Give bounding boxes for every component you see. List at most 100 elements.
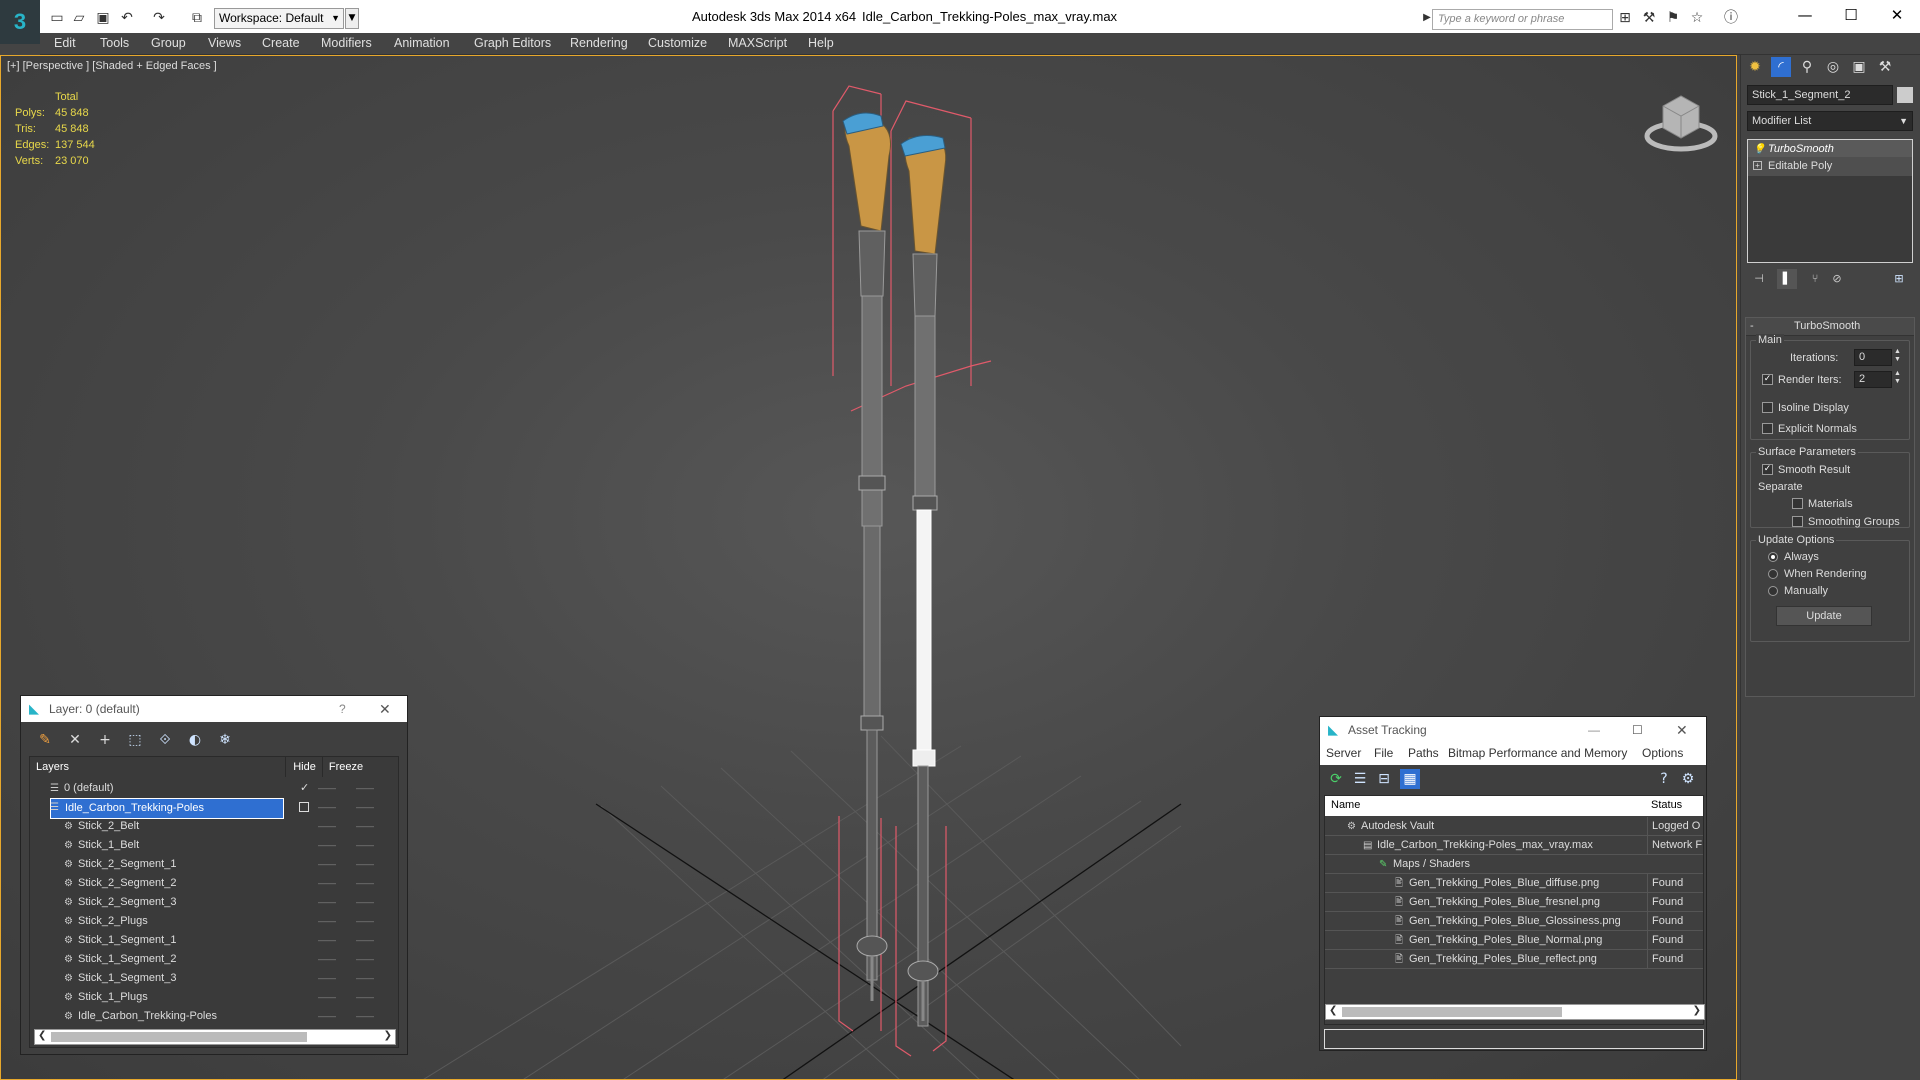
communication-icon[interactable]: ⚑ [1664, 9, 1682, 27]
refresh-icon[interactable]: ⟳ [1326, 769, 1346, 789]
layer-row[interactable]: Idle_Carbon_Trekking-Poles ☰ —— —— [30, 798, 398, 819]
layer-row[interactable]: 0 (default) ☰ ✓ —— —— [30, 779, 398, 798]
minimize-icon[interactable]: — [1782, 0, 1828, 33]
hide-toggle[interactable]: —— [318, 1007, 336, 1026]
create-tab-icon[interactable]: ✹ [1745, 57, 1765, 77]
help-icon[interactable]: ? [1654, 769, 1674, 789]
remove-modifier-icon[interactable]: ⊘ [1827, 269, 1847, 289]
column-layers[interactable]: Layers [30, 757, 286, 777]
smooth-result-checkbox[interactable]: ✓ [1762, 464, 1773, 475]
layer-row[interactable]: Stick_1_Segment_2 ⚙ —— —— [30, 950, 398, 969]
hide-toggle[interactable]: —— [318, 912, 336, 931]
stack-item-editable-poly[interactable]: + Editable Poly [1748, 157, 1912, 176]
layer-row[interactable]: Stick_2_Segment_2 ⚙ —— —— [30, 874, 398, 893]
asset-menu-bitmap[interactable]: Bitmap Performance and Memory [1448, 746, 1627, 760]
viewcube-icon[interactable] [1641, 86, 1721, 156]
asset-row[interactable]: 🖹 Gen_Trekking_Poles_Blue_Normal.png Found [1325, 931, 1703, 950]
freeze-toggle[interactable]: —— [356, 836, 374, 855]
perspective-viewport[interactable]: [+] [Perspective ] [Shaded + Edged Faces… [0, 55, 1737, 1080]
scroll-thumb[interactable] [1342, 1007, 1562, 1017]
open-file-icon[interactable]: ▱ [70, 9, 88, 27]
pin-stack-icon[interactable]: ⊣ [1749, 269, 1769, 289]
asset-menu-paths[interactable]: Paths [1408, 746, 1439, 760]
redo-icon[interactable]: ↷ [150, 9, 168, 27]
layer-row[interactable]: Stick_1_Segment_1 ⚙ —— —— [30, 931, 398, 950]
asset-row[interactable]: 🖹 Gen_Trekking_Poles_Blue_reflect.png Foun… [1325, 950, 1703, 969]
workspace-menu-button[interactable]: ▼ [345, 8, 359, 29]
project-folder-icon[interactable]: ⧉ [188, 9, 206, 27]
active-layer-check-icon[interactable]: ✓ [300, 779, 309, 798]
hierarchy-tab-icon[interactable]: ⚲ [1797, 57, 1817, 77]
asset-menu-options[interactable]: Options [1642, 746, 1683, 760]
menu-maxscript[interactable]: MAXScript [728, 33, 787, 53]
freeze-toggle[interactable]: —— [356, 779, 374, 798]
layer-horizontal-scrollbar[interactable]: ❮ ❯ [34, 1029, 396, 1045]
maximize-icon[interactable]: ☐ [1828, 0, 1874, 33]
delete-layer-icon[interactable]: ✕ [65, 730, 85, 750]
layer-row[interactable]: Stick_1_Plugs ⚙ —— —— [30, 988, 398, 1007]
always-radio[interactable] [1768, 552, 1778, 562]
freeze-toggle[interactable]: —— [356, 893, 374, 912]
hide-toggle[interactable]: —— [318, 798, 336, 817]
freeze-toggle[interactable]: —— [356, 969, 374, 988]
hide-toggle[interactable]: —— [318, 836, 336, 855]
create-layer-icon[interactable]: ✎ [35, 730, 55, 750]
menu-edit[interactable]: Edit [54, 33, 76, 53]
settings-icon[interactable]: ⚙ [1678, 769, 1698, 789]
menu-graph-editors[interactable]: Graph Editors [474, 33, 551, 53]
explicit-normals-checkbox[interactable] [1762, 423, 1773, 434]
freeze-toggle[interactable]: —— [356, 874, 374, 893]
new-file-icon[interactable]: ▭ [48, 9, 66, 27]
freeze-toggle[interactable]: —— [356, 950, 374, 969]
freeze-toggle[interactable]: —— [356, 912, 374, 931]
hide-toggle[interactable]: —— [318, 950, 336, 969]
layer-dialog-titlebar[interactable]: ◣ Layer: 0 (default) ? ✕ [21, 696, 407, 722]
when-rendering-radio[interactable] [1768, 569, 1778, 579]
column-name[interactable]: Name [1331, 799, 1360, 811]
menu-tools[interactable]: Tools [100, 33, 129, 53]
menu-views[interactable]: Views [208, 33, 241, 53]
menu-modifiers[interactable]: Modifiers [321, 33, 372, 53]
freeze-toggle[interactable]: —— [356, 1007, 374, 1026]
isoline-display-checkbox[interactable] [1762, 402, 1773, 413]
asset-row[interactable]: ▤ Idle_Carbon_Trekking-Poles_max_vray.max… [1325, 836, 1703, 855]
iterations-spinner[interactable]: 0 [1854, 349, 1892, 366]
column-hide[interactable]: Hide [287, 757, 323, 777]
menu-create[interactable]: Create [262, 33, 300, 53]
asset-row[interactable]: 🖹 Gen_Trekking_Poles_Blue_fresnel.png Foun… [1325, 893, 1703, 912]
render-iters-spinner-arrows[interactable]: ▲ ▼ [1894, 370, 1901, 386]
hide-toggle[interactable]: —— [318, 874, 336, 893]
add-to-layer-icon[interactable]: + [95, 730, 115, 750]
hide-toggle[interactable]: —— [318, 817, 336, 836]
show-end-result-icon[interactable]: ▌ [1777, 269, 1797, 289]
menu-help[interactable]: Help [808, 33, 834, 53]
asset-horizontal-scrollbar[interactable]: ❮ ❯ [1325, 1004, 1705, 1020]
tree-view-icon[interactable]: ⊟ [1374, 769, 1394, 789]
modifier-list-dropdown[interactable]: Modifier List ▼ [1747, 111, 1913, 131]
object-name-field[interactable]: Stick_1_Segment_2 [1747, 85, 1893, 105]
display-tab-icon[interactable]: ▣ [1849, 57, 1869, 77]
hide-toggle[interactable]: —— [318, 969, 336, 988]
freeze-toggle[interactable]: —— [356, 798, 374, 817]
smoothing-groups-checkbox[interactable] [1792, 516, 1803, 527]
hide-toggle[interactable]: —— [318, 893, 336, 912]
render-iters-spinner[interactable]: 2 [1854, 371, 1892, 388]
layer-list[interactable]: Layers Hide Freeze 0 (default) ☰ ✓ —— —— Idle… [29, 756, 399, 1048]
rollout-collapse-icon[interactable]: - [1750, 320, 1754, 332]
manually-radio[interactable] [1768, 586, 1778, 596]
freeze-toggle[interactable]: —— [356, 931, 374, 950]
hide-all-icon[interactable]: ◐ [185, 730, 205, 750]
hide-toggle[interactable]: —— [318, 855, 336, 874]
expand-plus-icon[interactable]: + [1753, 161, 1762, 170]
make-unique-icon[interactable]: ⑂ [1805, 269, 1825, 289]
menu-rendering[interactable]: Rendering [570, 33, 628, 53]
close-icon[interactable]: ✕ [1874, 0, 1920, 33]
asset-dialog-titlebar[interactable]: ◣ Asset Tracking — ☐ ✕ [1320, 717, 1706, 743]
search-input[interactable]: Type a keyword or phrase [1432, 9, 1613, 30]
update-button[interactable]: Update [1776, 606, 1872, 626]
asset-row[interactable]: ✎ Maps / Shaders [1325, 855, 1703, 874]
hide-toggle[interactable]: —— [318, 988, 336, 1007]
scroll-thumb[interactable] [51, 1032, 307, 1042]
favorites-star-icon[interactable]: ☆ [1688, 9, 1706, 27]
set-current-layer-box[interactable] [299, 802, 309, 812]
